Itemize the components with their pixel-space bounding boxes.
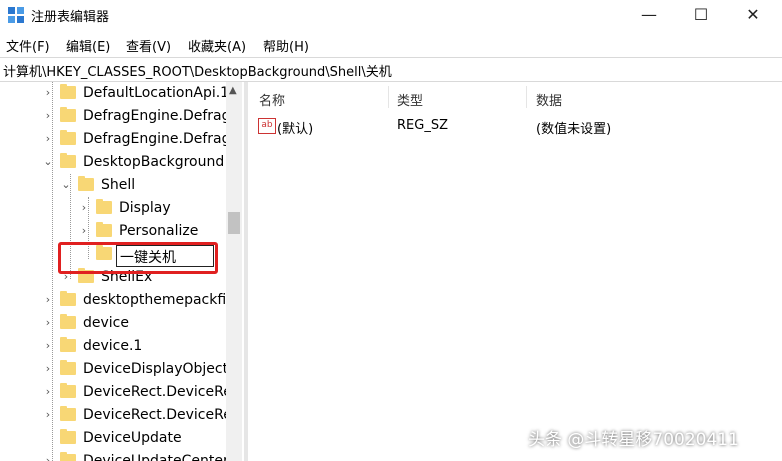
address-path[interactable]: 计算机\HKEY_CLASSES_ROOT\DesktopBackground\… [3, 61, 392, 80]
values-list[interactable]: 名称 类型 数据 ab (默认) REG_SZ (数值未设置) [248, 82, 782, 461]
tree-item-label: device [83, 315, 129, 331]
folder-icon [60, 360, 76, 375]
tree-item-label: DeviceDisplayObject [83, 361, 226, 377]
close-button[interactable]: ✕ [730, 0, 776, 30]
menu-edit[interactable]: 编辑(E) [66, 36, 110, 55]
tree-item-label: DeviceUpdate [83, 430, 182, 446]
tree-item-personalize[interactable]: › Personalize [0, 220, 226, 243]
folder-icon [96, 199, 112, 214]
folder-icon [60, 314, 76, 329]
tree-item-desktopbackground[interactable]: ⌄ DesktopBackground [0, 151, 226, 174]
tree-item-label: DefaultLocationApi.1 [83, 85, 226, 101]
scroll-up-arrow-icon[interactable]: ▲ [229, 85, 237, 96]
column-divider[interactable] [388, 86, 389, 108]
tree-scrollbar[interactable]: ▲ [226, 82, 242, 461]
tree-item[interactable]: › device.1 [0, 335, 226, 358]
folder-icon [60, 130, 76, 145]
value-name[interactable]: (默认) [277, 118, 313, 137]
menu-help[interactable]: 帮助(H) [263, 36, 309, 55]
tree-item-label: DeviceUpdateCenter [83, 453, 226, 461]
column-header-name[interactable]: 名称 [259, 90, 285, 109]
expand-chevron-icon[interactable]: › [42, 362, 54, 375]
expand-chevron-icon[interactable]: › [42, 316, 54, 329]
folder-icon [60, 383, 76, 398]
tree-item-label: device.1 [83, 338, 143, 354]
tree-item[interactable]: › DeviceRect.DeviceRec [0, 381, 226, 404]
tree-item[interactable]: › DefragEngine.Defrag [0, 105, 226, 128]
folder-icon [60, 429, 76, 444]
menu-file[interactable]: 文件(F) [6, 36, 50, 55]
menu-favorites[interactable]: 收藏夹(A) [188, 36, 246, 55]
tree-item[interactable]: › DeviceRect.DeviceRec [0, 404, 226, 427]
folder-icon [60, 291, 76, 306]
folder-icon [60, 452, 76, 461]
column-header-data[interactable]: 数据 [536, 90, 562, 109]
folder-icon [60, 84, 76, 99]
tree-item-label: DefragEngine.Defrag [83, 108, 226, 124]
tree-item-label: DefragEngine.Defrag [83, 131, 226, 147]
tree-item-shell[interactable]: ⌄ Shell [0, 174, 226, 197]
window-title: 注册表编辑器 [31, 10, 110, 25]
expand-chevron-icon[interactable]: › [42, 339, 54, 352]
collapse-chevron-icon[interactable]: ⌄ [42, 155, 54, 168]
folder-icon [60, 406, 76, 421]
tree-item[interactable]: DeviceUpdate [0, 427, 226, 450]
folder-icon [96, 222, 112, 237]
folder-icon [60, 153, 76, 168]
tree-item[interactable]: › DeviceDisplayObject [0, 358, 226, 381]
tree-item[interactable]: › DefaultLocationApi.1 [0, 82, 226, 105]
folder-icon [60, 337, 76, 352]
tree-item-label: Display [119, 200, 171, 216]
maximize-button[interactable]: ☐ [678, 0, 724, 30]
expand-chevron-icon[interactable]: › [42, 293, 54, 306]
expand-chevron-icon[interactable]: › [78, 201, 90, 214]
tree-item[interactable]: › DefragEngine.Defrag [0, 128, 226, 151]
string-value-icon: ab [258, 118, 276, 134]
tree-item-display[interactable]: › Display [0, 197, 226, 220]
folder-icon [78, 176, 94, 191]
column-divider[interactable] [526, 86, 527, 108]
watermark-text: 头条 @斗转星移70020411 [528, 430, 739, 450]
expand-chevron-icon[interactable]: › [42, 132, 54, 145]
tree-item[interactable]: › DeviceUpdateCenter [0, 450, 226, 461]
expand-chevron-icon[interactable]: › [42, 454, 54, 461]
title-bar: 注册表编辑器 — ☐ ✕ [0, 0, 782, 32]
expand-chevron-icon[interactable]: › [42, 408, 54, 421]
tree-item[interactable]: › desktopthemepackfil [0, 289, 226, 312]
menu-view[interactable]: 查看(V) [126, 36, 171, 55]
red-highlight-box [58, 242, 218, 274]
collapse-chevron-icon[interactable]: ⌄ [60, 178, 72, 191]
tree-item-label: DesktopBackground [83, 154, 225, 170]
tree-item-label: DeviceRect.DeviceRec [83, 407, 226, 423]
expand-chevron-icon[interactable]: › [78, 224, 90, 237]
tree-item-label: desktopthemepackfil [83, 292, 226, 308]
column-header-type[interactable]: 类型 [397, 90, 423, 109]
tree-item-label: Personalize [119, 223, 199, 239]
tree-item-label: DeviceRect.DeviceRec [83, 384, 226, 400]
expand-chevron-icon[interactable]: › [42, 109, 54, 122]
registry-editor-icon [8, 7, 24, 23]
tree-item-label: Shell [101, 177, 136, 193]
expand-chevron-icon[interactable]: › [42, 385, 54, 398]
tree-item[interactable]: › device [0, 312, 226, 335]
scroll-thumb[interactable] [228, 212, 240, 234]
address-bar[interactable]: 计算机\HKEY_CLASSES_ROOT\DesktopBackground\… [0, 57, 782, 82]
menu-bar: 文件(F) 编辑(E) 查看(V) 收藏夹(A) 帮助(H) [0, 32, 782, 56]
minimize-button[interactable]: — [626, 0, 672, 30]
value-type: REG_SZ [397, 118, 448, 133]
expand-chevron-icon[interactable]: › [42, 86, 54, 99]
value-data: (数值未设置) [536, 122, 612, 137]
folder-icon [60, 107, 76, 122]
